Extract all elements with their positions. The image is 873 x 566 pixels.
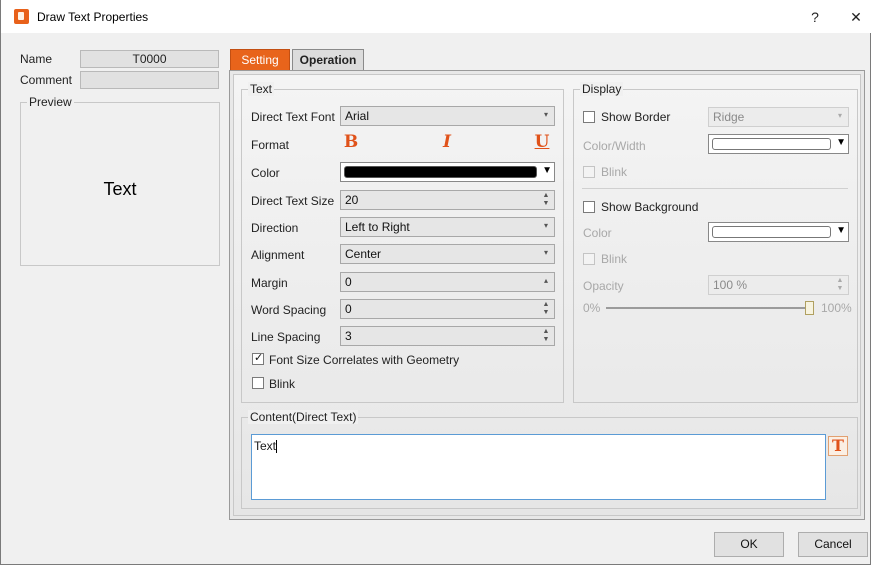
direction-label: Direction xyxy=(251,221,299,235)
show-border-checkbox[interactable] xyxy=(583,111,595,123)
background-color-label: Color xyxy=(583,226,612,240)
opacity-spinner[interactable]: 100 % ▲ ▼ xyxy=(708,275,849,295)
show-background-checkbox[interactable] xyxy=(583,201,595,213)
bold-icon[interactable]: B xyxy=(342,133,360,151)
chevron-down-icon: ▾ xyxy=(543,221,548,230)
cancel-button[interactable]: Cancel xyxy=(798,532,868,557)
font-size-correlates-label: Font Size Correlates with Geometry xyxy=(269,353,460,367)
text-insert-icon[interactable]: T xyxy=(828,436,848,456)
chevron-down-icon: ▼ xyxy=(542,165,552,176)
border-color-picker[interactable]: ▼ xyxy=(708,134,849,154)
chevron-down-icon: ▾ xyxy=(543,248,548,257)
line-spacing-label: Line Spacing xyxy=(251,330,321,344)
border-blink-checkbox[interactable] xyxy=(583,166,595,178)
spinner-icon: ▲ ▼ xyxy=(542,328,550,343)
divider xyxy=(582,188,848,189)
content-text: Text xyxy=(254,439,277,453)
margin-value: 0 xyxy=(345,275,352,289)
opacity-slider-track[interactable] xyxy=(606,307,814,309)
content-textarea[interactable]: Text xyxy=(251,434,826,500)
preview-label: Preview xyxy=(27,95,74,109)
tab-operation[interactable]: Operation xyxy=(292,49,364,70)
text-group-title: Text xyxy=(248,82,275,96)
text-blink-label: Blink xyxy=(269,377,296,391)
word-spacing-label: Word Spacing xyxy=(251,303,327,317)
app-icon xyxy=(14,9,29,24)
background-blink-label: Blink xyxy=(601,252,628,266)
preview-group: Preview Text xyxy=(20,95,220,266)
title-bar: Draw Text Properties ? ✕ xyxy=(1,0,872,33)
close-button[interactable]: ✕ xyxy=(841,6,871,28)
chevron-down-icon: ▾ xyxy=(543,110,548,119)
font-value: Arial xyxy=(345,109,370,123)
ok-button[interactable]: OK xyxy=(714,532,784,557)
spinner-icon: ▲ ▼ xyxy=(542,301,550,316)
background-blink-checkbox[interactable] xyxy=(583,253,595,265)
text-caret xyxy=(276,440,278,454)
word-spacing-value: 0 xyxy=(345,302,352,316)
slider-max-label: 100% xyxy=(821,301,852,315)
preview-text: Text xyxy=(103,179,137,199)
font-size-correlates-checkbox[interactable] xyxy=(252,351,264,365)
comment-label: Comment xyxy=(20,73,73,87)
size-spinner[interactable]: 20 ▲ ▼ xyxy=(340,190,555,210)
font-select[interactable]: Arial ▾ xyxy=(340,106,555,126)
chevron-down-icon: ▼ xyxy=(836,137,846,148)
alignment-select[interactable]: Center ▾ xyxy=(340,244,555,264)
color-width-label: Color/Width xyxy=(583,139,646,153)
slider-min-label: 0% xyxy=(583,301,601,315)
content-group-title: Content(Direct Text) xyxy=(248,410,359,424)
border-style-value: Ridge xyxy=(713,110,745,124)
background-color-swatch xyxy=(712,226,831,238)
text-color-swatch xyxy=(344,166,537,178)
border-blink-label: Blink xyxy=(601,165,628,179)
dialog-window: Draw Text Properties ? ✕ Name T0000 Comm… xyxy=(0,0,872,565)
opacity-slider-thumb[interactable] xyxy=(805,301,814,315)
window-title: Draw Text Properties xyxy=(37,10,149,24)
name-field[interactable]: T0000 xyxy=(80,50,219,68)
text-blink-checkbox[interactable] xyxy=(252,377,264,389)
show-border-label: Show Border xyxy=(601,110,671,124)
tab-setting[interactable]: Setting xyxy=(230,49,290,70)
display-group-title: Display xyxy=(580,82,624,96)
opacity-value: 100 % xyxy=(713,278,748,292)
underline-icon[interactable]: U xyxy=(533,133,551,151)
margin-spinner[interactable]: 0 ▴ xyxy=(340,272,555,292)
font-label: Direct Text Font xyxy=(251,110,335,124)
alignment-label: Alignment xyxy=(251,248,305,262)
line-spacing-value: 3 xyxy=(345,329,352,343)
direction-value: Left to Right xyxy=(345,220,410,234)
direction-select[interactable]: Left to Right ▾ xyxy=(340,217,555,237)
spinner-icon: ▲ ▼ xyxy=(542,192,550,207)
color-label: Color xyxy=(251,166,280,180)
chevron-down-icon: ▾ xyxy=(837,111,842,120)
line-spacing-spinner[interactable]: 3 ▲ ▼ xyxy=(340,326,555,346)
size-label: Direct Text Size xyxy=(251,194,335,208)
alignment-value: Center xyxy=(345,247,382,261)
name-label: Name xyxy=(20,52,53,66)
comment-field[interactable] xyxy=(80,71,219,89)
text-color-picker[interactable]: ▼ xyxy=(340,162,555,182)
background-color-picker[interactable]: ▼ xyxy=(708,222,849,242)
spinner-icon: ▲ ▼ xyxy=(836,277,844,292)
chevron-down-icon: ▼ xyxy=(836,225,846,236)
italic-icon[interactable]: I xyxy=(438,133,456,151)
margin-label: Margin xyxy=(251,276,288,290)
chevron-up-icon: ▴ xyxy=(543,276,548,285)
opacity-label: Opacity xyxy=(583,279,624,293)
help-button[interactable]: ? xyxy=(800,6,830,28)
border-color-swatch xyxy=(712,138,831,150)
show-background-label: Show Background xyxy=(601,200,699,214)
format-label: Format xyxy=(251,138,290,152)
border-style-select[interactable]: Ridge ▾ xyxy=(708,107,849,127)
size-value: 20 xyxy=(345,193,359,207)
word-spacing-spinner[interactable]: 0 ▲ ▼ xyxy=(340,299,555,319)
